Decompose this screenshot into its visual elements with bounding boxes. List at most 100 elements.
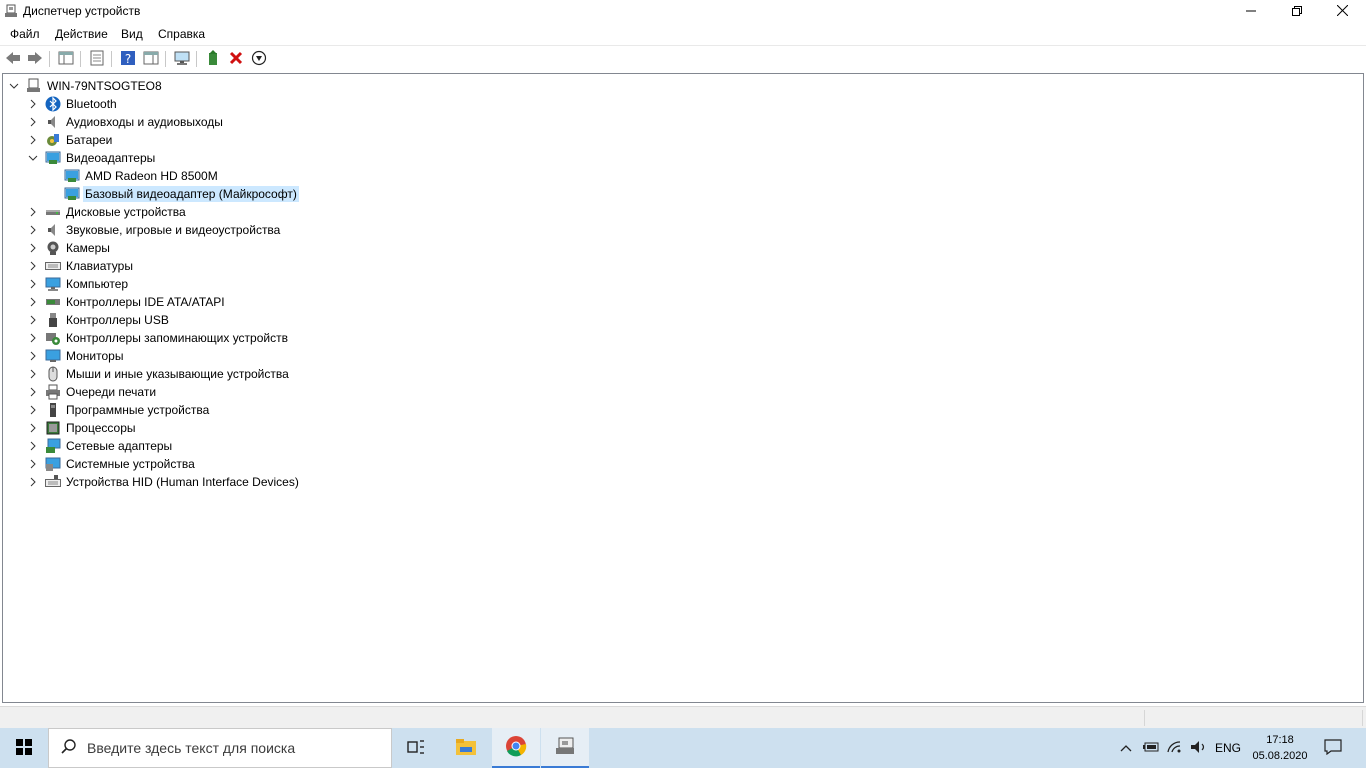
tree-category[interactable]: Батареи xyxy=(28,131,114,149)
volume-tray-button[interactable] xyxy=(1188,728,1210,768)
chevron-right-icon[interactable] xyxy=(28,261,38,271)
restore-button[interactable] xyxy=(1274,0,1320,23)
device-manager-taskbar-button[interactable] xyxy=(541,728,589,768)
tree-category[interactable]: Аудиовходы и аудиовыходы xyxy=(28,113,225,131)
scan-hardware-button[interactable] xyxy=(172,49,192,69)
chevron-right-icon[interactable] xyxy=(28,423,38,433)
network-tray-button[interactable] xyxy=(1164,728,1186,768)
forward-button[interactable] xyxy=(25,49,45,69)
tree-category[interactable]: Камеры xyxy=(28,239,112,257)
tree-category-label: Очереди печати xyxy=(66,385,157,399)
bluetooth-icon xyxy=(45,96,61,112)
tree-category[interactable]: Дисковые устройства xyxy=(28,203,188,221)
menu-action[interactable]: Действие xyxy=(55,27,108,41)
chevron-right-icon[interactable] xyxy=(28,297,38,307)
battery-icon xyxy=(45,132,61,148)
menu-file[interactable]: Файл xyxy=(10,27,40,41)
uninstall-icon xyxy=(228,50,244,69)
menu-bar: Файл Действие Вид Справка xyxy=(0,23,1366,44)
chevron-right-icon[interactable] xyxy=(28,135,38,145)
show-hidden-icons-button[interactable] xyxy=(1116,728,1136,768)
svg-text:?: ? xyxy=(125,52,131,66)
tree-category-label: Компьютер xyxy=(66,277,129,291)
tree-category[interactable]: Контроллеры USB xyxy=(28,311,171,329)
tree-category-label: Контроллеры IDE ATA/ATAPI xyxy=(66,295,225,309)
help-button[interactable]: ? xyxy=(118,49,138,69)
back-button[interactable] xyxy=(3,49,23,69)
tree-category[interactable]: Устройства HID (Human Interface Devices) xyxy=(28,473,301,491)
tree-category[interactable]: Очереди печати xyxy=(28,383,158,401)
tree-category[interactable]: Сетевые адаптеры xyxy=(28,437,174,455)
start-button[interactable] xyxy=(0,728,48,768)
chevron-right-icon[interactable] xyxy=(28,369,38,379)
tree-category[interactable]: Клавиатуры xyxy=(28,257,135,275)
tree-category[interactable]: Программные устройства xyxy=(28,401,211,419)
toolbar-separator xyxy=(80,51,81,67)
system-device-icon xyxy=(45,456,61,472)
chevron-right-icon[interactable] xyxy=(28,333,38,343)
tree-category[interactable]: Мыши и иные указывающие устройства xyxy=(28,365,291,383)
device-tree[interactable]: WIN-79NTSOGTEO8 Bluetooth Аудиовходы и ау… xyxy=(2,73,1364,703)
chevron-right-icon[interactable] xyxy=(28,225,38,235)
chevron-right-icon[interactable] xyxy=(28,441,38,451)
chevron-right-icon[interactable] xyxy=(28,207,38,217)
chevron-right-icon[interactable] xyxy=(28,477,38,487)
update-driver-button[interactable] xyxy=(203,49,223,69)
uninstall-button[interactable] xyxy=(226,49,246,69)
tree-device[interactable]: AMD Radeon HD 8500M xyxy=(64,167,220,185)
tree-category[interactable]: Bluetooth xyxy=(28,95,119,113)
tree-category-label: Клавиатуры xyxy=(66,259,133,273)
ide-controller-icon xyxy=(45,294,61,310)
tree-root-label: WIN-79NTSOGTEO8 xyxy=(47,79,162,93)
menu-view[interactable]: Вид xyxy=(121,27,143,41)
chevron-right-icon[interactable] xyxy=(28,459,38,469)
chevron-right-icon[interactable] xyxy=(28,99,38,109)
status-bar xyxy=(0,706,1366,728)
task-view-button[interactable] xyxy=(392,728,440,768)
properties-icon xyxy=(89,50,105,69)
tree-root[interactable]: WIN-79NTSOGTEO8 xyxy=(9,77,164,95)
chevron-down-icon[interactable] xyxy=(9,81,19,91)
tree-category[interactable]: Звуковые, игровые и видеоустройства xyxy=(28,221,282,239)
chevron-right-icon[interactable] xyxy=(28,243,38,253)
tree-device[interactable]: Базовый видеоадаптер (Майкрософт) xyxy=(64,185,299,203)
file-explorer-button[interactable] xyxy=(442,728,490,768)
minimize-button[interactable] xyxy=(1228,0,1274,23)
chevron-down-icon[interactable] xyxy=(28,153,38,163)
tree-category[interactable]: Процессоры xyxy=(28,419,138,437)
menu-help[interactable]: Справка xyxy=(158,27,205,41)
computer-icon xyxy=(26,78,42,94)
console-tree-button[interactable] xyxy=(56,49,76,69)
chevron-right-icon[interactable] xyxy=(28,351,38,361)
tree-category[interactable]: Мониторы xyxy=(28,347,125,365)
window-title: Диспетчер устройств xyxy=(23,4,141,18)
tree-category[interactable]: Компьютер xyxy=(28,275,130,293)
close-button[interactable] xyxy=(1319,0,1365,23)
chevron-right-icon[interactable] xyxy=(28,405,38,415)
tree-category[interactable]: Контроллеры запоминающих устройств xyxy=(28,329,290,347)
chevron-right-icon[interactable] xyxy=(28,387,38,397)
action-pane-icon xyxy=(143,50,159,69)
properties-button[interactable] xyxy=(87,49,107,69)
update-driver-icon xyxy=(205,49,221,69)
chevron-right-icon[interactable] xyxy=(28,279,38,289)
chevron-up-icon xyxy=(1120,741,1132,755)
chrome-icon xyxy=(505,735,527,760)
chrome-button[interactable] xyxy=(492,728,540,768)
language-indicator[interactable]: ENG xyxy=(1212,728,1244,768)
battery-tray-button[interactable] xyxy=(1140,728,1162,768)
status-separator xyxy=(1362,710,1363,726)
clock[interactable]: 17:18 05.08.2020 xyxy=(1250,732,1310,764)
taskbar-search-box[interactable]: Введите здесь текст для поиска xyxy=(48,728,392,768)
chevron-right-icon[interactable] xyxy=(28,117,38,127)
action-center-button[interactable] xyxy=(1318,728,1348,768)
tree-category[interactable]: Системные устройства xyxy=(28,455,197,473)
tree-category-label: Контроллеры USB xyxy=(66,313,169,327)
tree-category[interactable]: Контроллеры IDE ATA/ATAPI xyxy=(28,293,227,311)
action-pane-button[interactable] xyxy=(141,49,161,69)
toolbar-separator xyxy=(196,51,197,67)
disable-button[interactable] xyxy=(249,49,269,69)
help-icon: ? xyxy=(120,50,136,69)
chevron-right-icon[interactable] xyxy=(28,315,38,325)
tree-category[interactable]: Видеоадаптеры xyxy=(28,149,157,167)
